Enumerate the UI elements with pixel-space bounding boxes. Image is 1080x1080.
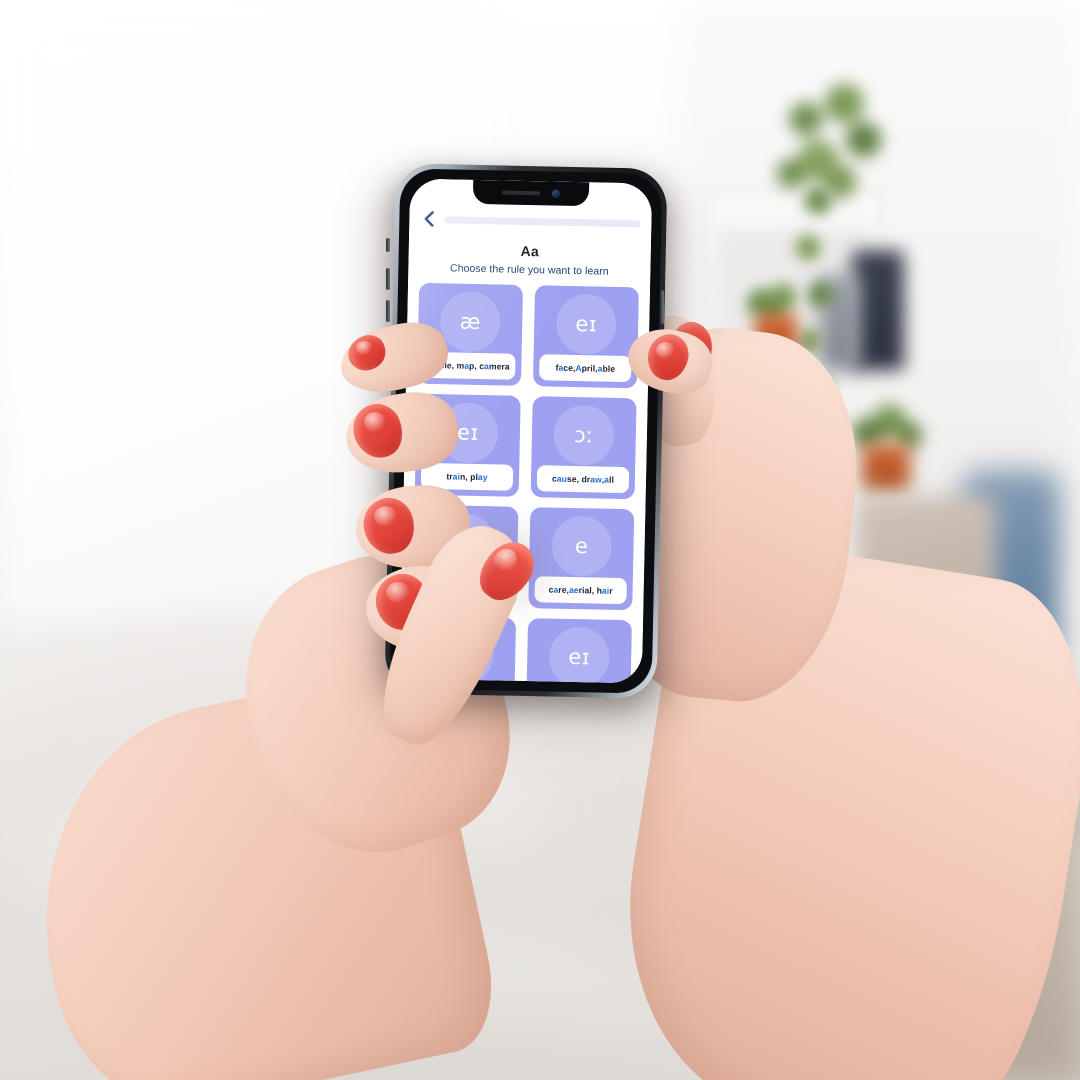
photo-scene: Aa Choose the rule you want to learn æap…: [0, 0, 1080, 1080]
rule-card-circle: eɪ: [548, 626, 610, 684]
rule-card-examples: c au se, dr aw, a ll: [536, 465, 630, 494]
ipa-symbol: eɪ: [568, 644, 591, 669]
fingernail-gloss: [386, 582, 410, 603]
background-lower-terracotta-pot: [862, 444, 910, 492]
rule-card-circle: æ: [439, 291, 501, 353]
phone-power-button[interactable]: [660, 290, 664, 324]
rule-card-circle: eɪ: [555, 293, 617, 355]
fingernail-gloss: [356, 341, 373, 355]
rule-card[interactable]: eɪ f a ce, April, a ble: [532, 285, 640, 389]
fingernail-gloss: [656, 342, 675, 359]
ipa-symbol: eɪ: [456, 420, 480, 445]
rule-card-examples: f a ce, April, a ble: [539, 354, 632, 383]
rule-card[interactable]: eɪ: [525, 618, 633, 684]
ipa-symbol: eɪ: [575, 311, 598, 336]
fingernail-gloss: [374, 506, 397, 527]
phone-mute-switch[interactable]: [386, 238, 390, 252]
earpiece-speaker-icon: [501, 190, 541, 196]
ipa-symbol: ɔː: [573, 422, 594, 447]
phone-volume-down-button[interactable]: [386, 300, 390, 322]
page-title: Aa: [520, 242, 540, 260]
rule-card-circle: ɔː: [553, 404, 615, 466]
ipa-symbol: e: [574, 533, 589, 558]
fingernail-gloss: [364, 412, 386, 432]
back-button[interactable]: [420, 210, 436, 228]
lesson-progress-bar: [444, 215, 641, 227]
ipa-symbol: æ: [459, 309, 482, 334]
page-subtitle: Choose the rule you want to learn: [449, 262, 609, 278]
phone-volume-up-button[interactable]: [386, 268, 390, 290]
front-camera-icon: [551, 189, 561, 198]
rule-card[interactable]: ɔː c au se, dr aw, a ll: [530, 396, 637, 500]
phone-notch: [472, 179, 590, 207]
rule-card[interactable]: e c a re, ae rial, h ai r: [528, 507, 635, 611]
rule-card-circle: e: [550, 515, 613, 577]
rule-card-examples: c a re, ae rial, h ai r: [534, 576, 627, 605]
